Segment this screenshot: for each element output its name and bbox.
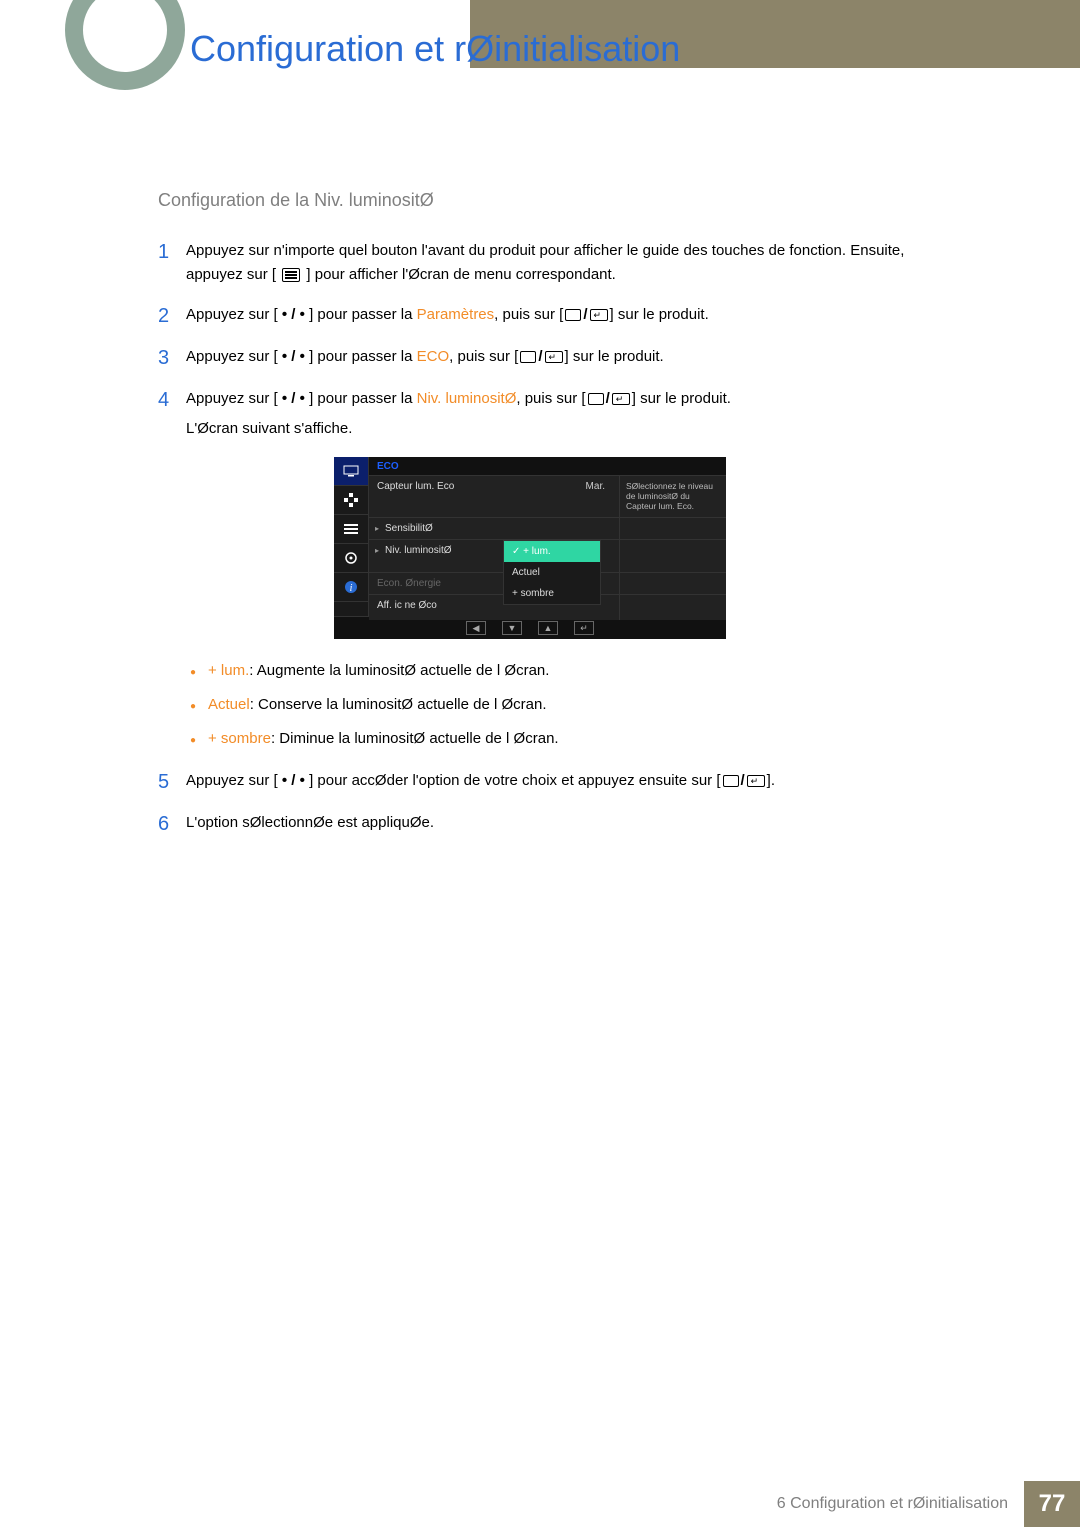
highlight: + sombre: [208, 730, 271, 747]
footer-label: 6 Configuration et rØinitialisation: [777, 1481, 1024, 1527]
chapter-title: Configuration et rØinitialisation: [190, 28, 680, 70]
text: Appuyez sur [: [186, 772, 278, 789]
osd-row-label: Capteur lum. Eco: [369, 476, 495, 517]
step-5: 5 Appuyez sur [ • / • ] pour accØder l'o…: [158, 769, 928, 795]
page-footer: 6 Configuration et rØinitialisation 77: [0, 1481, 1080, 1527]
chapter-badge-circle: [65, 0, 185, 90]
osd-screenshot: i ECO Capteur lum. Eco Mar. SØlectionnez…: [334, 457, 726, 639]
menu-icon: [282, 268, 300, 282]
osd-row-label: SensibilitØ: [369, 518, 503, 539]
nav-dots: • / •: [278, 306, 309, 323]
section-heading: Configuration de la Niv. luminositØ: [158, 190, 928, 211]
text: ] pour passer la: [309, 348, 417, 365]
nav-dots: • / •: [278, 348, 309, 365]
step-2: 2 Appuyez sur [ • / • ] pour passer la P…: [158, 303, 928, 329]
svg-text:i: i: [350, 583, 353, 594]
step-number: 2: [158, 303, 186, 329]
text: ] pour afficher l'Øcran de menu correspo…: [306, 266, 615, 283]
text: Appuyez sur [: [186, 348, 278, 365]
osd-nav-down-icon: ▼: [502, 621, 522, 635]
bullet-dot: ●: [190, 693, 208, 717]
step-body: L'option sØlectionnØe est appliquØe.: [186, 811, 928, 837]
text: ] pour accØder l'option de votre choix e…: [309, 772, 720, 789]
text: : Diminue la luminositØ actuelle de l Øc…: [271, 730, 559, 747]
text: , puis sur [: [449, 348, 518, 365]
osd-help-text: SØlectionnez le niveau de luminositØ du …: [619, 476, 726, 517]
text: : Conserve la luminositØ actuelle de l Ø…: [250, 696, 547, 713]
step-number: 6: [158, 811, 186, 837]
step-number: 3: [158, 345, 186, 371]
step-number: 4: [158, 387, 186, 441]
osd-row-value: Mar.: [495, 476, 619, 517]
highlight: Actuel: [208, 696, 250, 713]
highlight: + lum.: [208, 662, 249, 679]
osd-sidebar-adjust-icon: [334, 486, 368, 515]
bullet-item: ● + lum.: Augmente la luminositØ actuell…: [190, 659, 928, 683]
osd-nav-enter-icon: ↵: [574, 621, 594, 635]
step-6: 6 L'option sØlectionnØe est appliquØe.: [158, 811, 928, 837]
osd-nav-left-icon: ◀: [466, 621, 486, 635]
text: , puis sur [: [516, 390, 585, 407]
text: L'option sØlectionnØe est appliquØe.: [186, 814, 434, 831]
osd-sidebar-info-icon: i: [334, 573, 368, 602]
osd-main: ECO Capteur lum. Eco Mar. SØlectionnez l…: [369, 457, 726, 616]
step-body: Appuyez sur n'importe quel bouton l'avan…: [186, 239, 928, 287]
enter-icon: /: [520, 345, 562, 369]
bullet-list: ● + lum.: Augmente la luminositØ actuell…: [190, 659, 928, 751]
step-1: 1 Appuyez sur n'importe quel bouton l'av…: [158, 239, 928, 287]
osd-header: ECO: [369, 457, 726, 475]
bullet-item: ● + sombre: Diminue la luminositØ actuel…: [190, 727, 928, 751]
enter-icon: /: [723, 769, 765, 793]
osd-nav-up-icon: ▲: [538, 621, 558, 635]
step-body: Appuyez sur [ • / • ] pour passer la Niv…: [186, 387, 928, 441]
nav-dots: • / •: [278, 390, 309, 407]
text: L'Øcran suivant s'affiche.: [186, 420, 352, 437]
step-4: 4 Appuyez sur [ • / • ] pour passer la N…: [158, 387, 928, 441]
osd-sidebar: i: [334, 457, 369, 616]
text: ] sur le produit.: [632, 390, 731, 407]
nav-dots: • / •: [278, 772, 309, 789]
text: : Augmente la luminositØ actuelle de l Ø…: [249, 662, 549, 679]
step-3: 3 Appuyez sur [ • / • ] pour passer la E…: [158, 345, 928, 371]
osd-sidebar-monitor-icon: [334, 457, 368, 486]
step-body: Appuyez sur [ • / • ] pour accØder l'opt…: [186, 769, 928, 795]
enter-icon: /: [565, 303, 607, 327]
osd-row-label: Niv. luminositØ: [369, 540, 503, 620]
osd-sidebar-gear-icon: [334, 544, 368, 573]
bullet-item: ● Actuel: Conserve la luminositØ actuell…: [190, 693, 928, 717]
highlight: Paramètres: [417, 306, 495, 323]
osd-option-selected: + lum.: [504, 541, 600, 562]
text: ].: [767, 772, 775, 789]
bullet-dot: ●: [190, 727, 208, 751]
step-body: Appuyez sur [ • / • ] pour passer la ECO…: [186, 345, 928, 371]
highlight: ECO: [417, 348, 450, 365]
enter-icon: /: [588, 387, 630, 411]
text: ] pour passer la: [309, 306, 417, 323]
content-area: Configuration de la Niv. luminositØ 1 Ap…: [158, 190, 928, 853]
step-number: 5: [158, 769, 186, 795]
text: ] pour passer la: [309, 390, 417, 407]
step-body: Appuyez sur [ • / • ] pour passer la Par…: [186, 303, 928, 329]
text: Appuyez sur [: [186, 390, 278, 407]
osd-sidebar-list-icon: [334, 515, 368, 544]
step-number: 1: [158, 239, 186, 287]
footer-page-number: 77: [1024, 1481, 1080, 1527]
bullet-dot: ●: [190, 659, 208, 683]
text: ] sur le produit.: [565, 348, 664, 365]
text: Appuyez sur [: [186, 306, 278, 323]
highlight: Niv. luminositØ: [417, 390, 517, 407]
text: , puis sur [: [494, 306, 563, 323]
text: ] sur le produit.: [610, 306, 709, 323]
